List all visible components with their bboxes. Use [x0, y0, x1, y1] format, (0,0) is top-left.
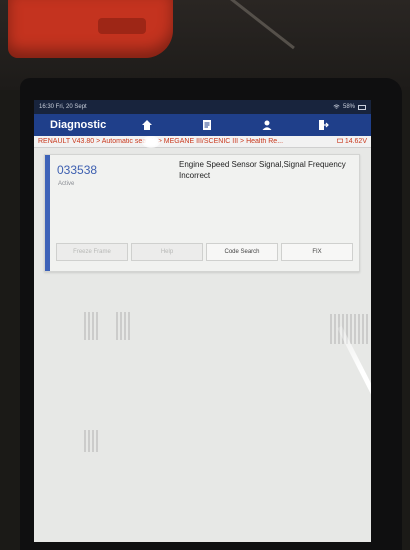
- window-reflection: [330, 314, 370, 344]
- dtc-code: 033538: [57, 163, 98, 177]
- dtc-accent-bar: [45, 155, 50, 271]
- voltage-value: 14.62V: [344, 138, 367, 145]
- case-latch: [98, 18, 146, 34]
- app-bar: Diagnostic: [34, 114, 371, 136]
- flash-glare: [142, 136, 160, 148]
- app-title: Diagnostic: [50, 119, 107, 131]
- status-time-date: 16:30 Fri, 20 Sept: [39, 104, 87, 110]
- voltage-readout: 14.62V: [333, 138, 367, 145]
- battery-voltage-icon: [336, 138, 343, 143]
- dtc-card: 033538 Active Engine Speed Sensor Signal…: [44, 154, 360, 272]
- window-reflection: [84, 430, 100, 452]
- wifi-icon: [333, 104, 340, 109]
- window-reflection: [116, 312, 132, 340]
- status-right: 58%: [333, 104, 366, 110]
- freeze-frame-button[interactable]: Freeze Frame: [56, 243, 128, 261]
- dtc-status: Active: [58, 181, 75, 187]
- report-icon[interactable]: [200, 118, 214, 132]
- exit-icon[interactable]: [316, 118, 330, 132]
- breadcrumb[interactable]: RENAULT V43.80 > Automatic search > MEGA…: [38, 138, 283, 145]
- battery-level: 58%: [342, 104, 355, 110]
- breadcrumb-bar: RENAULT V43.80 > Automatic search > MEGA…: [34, 136, 371, 148]
- home-icon[interactable]: [140, 118, 154, 132]
- dtc-description: Engine Speed Sensor Signal,Signal Freque…: [179, 160, 346, 180]
- status-bar: 16:30 Fri, 20 Sept 58%: [34, 100, 371, 114]
- code-search-button[interactable]: Code Search: [206, 243, 278, 261]
- battery-icon: [358, 104, 366, 110]
- red-device-case: [8, 0, 173, 58]
- user-icon[interactable]: [260, 118, 274, 132]
- tablet-screen: 16:30 Fri, 20 Sept 58% Diagnostic RENAUL…: [34, 100, 371, 542]
- help-button[interactable]: Help: [131, 243, 203, 261]
- window-reflection: [84, 312, 100, 340]
- fix-button[interactable]: FIX: [281, 243, 353, 261]
